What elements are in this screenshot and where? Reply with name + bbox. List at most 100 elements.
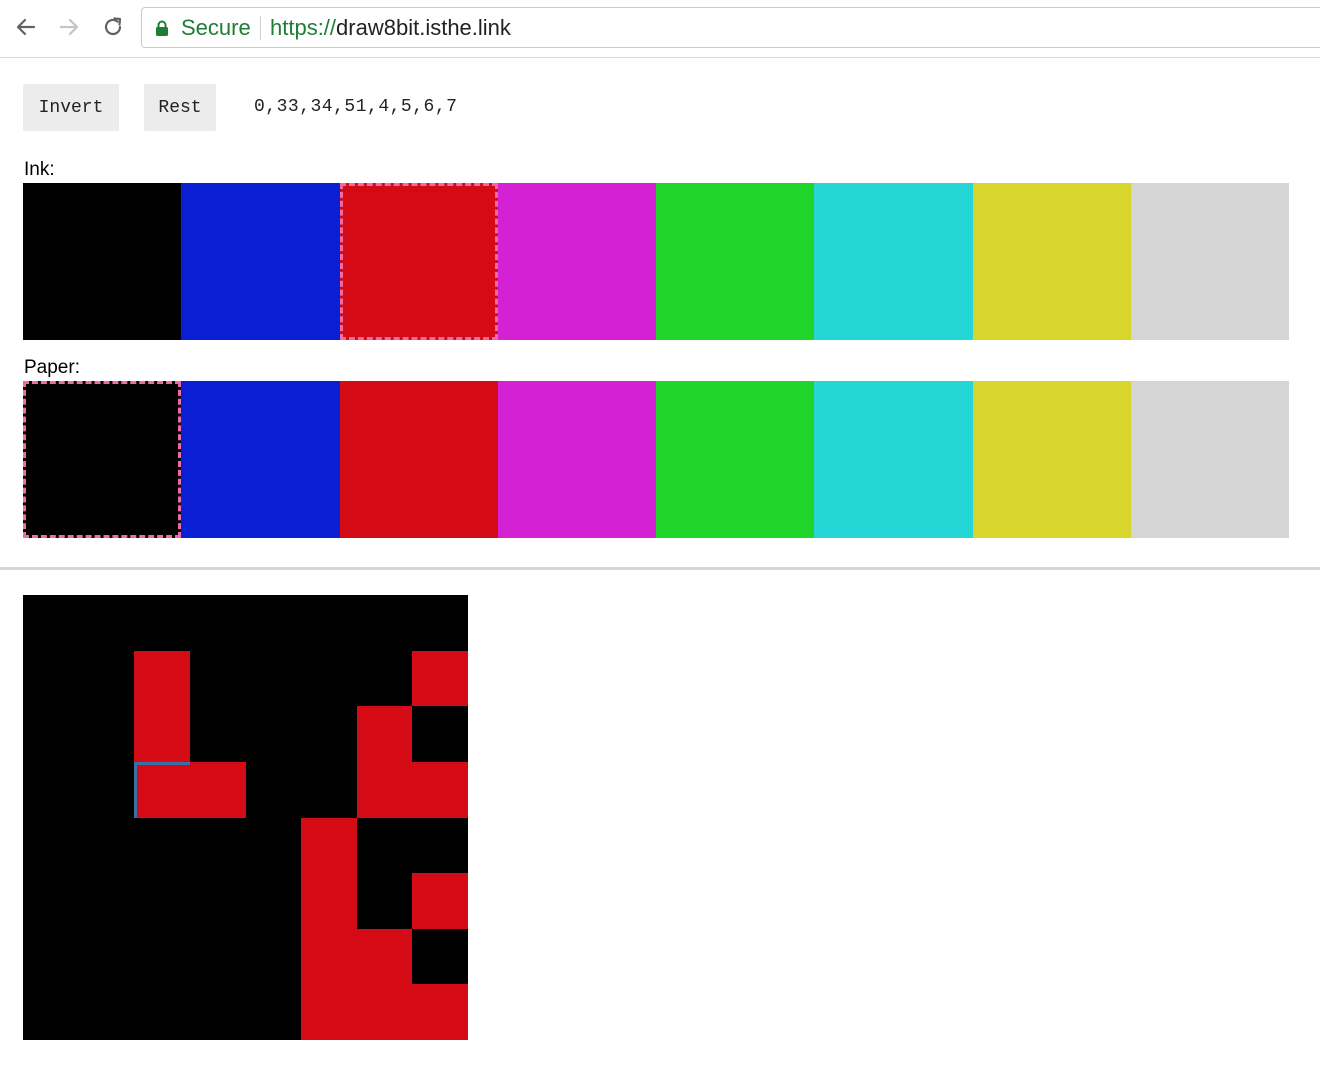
paper-label: Paper:	[24, 357, 80, 378]
ink-swatch-red[interactable]	[339, 183, 498, 340]
ink-swatch-cyan[interactable]	[814, 183, 973, 340]
canvas-cell[interactable]	[23, 928, 79, 985]
canvas-cell[interactable]	[301, 761, 357, 818]
forward-arrow-icon	[59, 18, 79, 36]
paper-swatch-blue[interactable]	[181, 381, 340, 538]
canvas-cell[interactable]	[412, 595, 468, 651]
drawing-canvas[interactable]	[23, 595, 468, 1040]
canvas-cell[interactable]	[356, 706, 413, 762]
url-text: https://draw8bit.isthe.link	[270, 16, 511, 40]
canvas-cell[interactable]	[245, 650, 302, 707]
ink-swatch-black[interactable]	[23, 183, 182, 340]
canvas-cell[interactable]	[245, 761, 302, 818]
canvas-cell[interactable]	[23, 761, 79, 818]
canvas-cell[interactable]	[134, 650, 190, 707]
ink-swatch-green[interactable]	[656, 183, 815, 340]
canvas-cell[interactable]	[412, 650, 468, 707]
canvas-cell[interactable]	[356, 873, 413, 929]
canvas-cell[interactable]	[356, 984, 413, 1040]
paper-swatch-magenta[interactable]	[497, 381, 656, 538]
canvas-cell[interactable]	[412, 873, 468, 929]
canvas-cell[interactable]	[356, 761, 413, 818]
paper-swatch-black[interactable]	[23, 381, 182, 538]
canvas-cell[interactable]	[301, 873, 357, 929]
canvas-cell[interactable]	[189, 928, 246, 985]
paper-swatch-cyan[interactable]	[814, 381, 973, 538]
canvas-cell[interactable]	[301, 595, 357, 651]
ink-label: Ink:	[24, 159, 55, 180]
paper-palette	[23, 381, 1289, 538]
lock-icon	[156, 20, 168, 36]
rest-button[interactable]: Rest	[144, 84, 216, 131]
canvas-cell[interactable]	[78, 650, 135, 707]
canvas-cell[interactable]	[356, 928, 413, 985]
canvas-cell[interactable]	[78, 873, 135, 929]
canvas-cell[interactable]	[189, 984, 246, 1040]
canvas-cell[interactable]	[134, 595, 190, 651]
canvas-cell[interactable]	[245, 928, 302, 985]
canvas-cell[interactable]	[301, 928, 357, 985]
canvas-cell[interactable]	[356, 650, 413, 707]
ink-swatch-yellow[interactable]	[972, 183, 1131, 340]
canvas-cell[interactable]	[301, 650, 357, 707]
canvas-cell[interactable]	[23, 706, 79, 762]
canvas-cell[interactable]	[245, 873, 302, 929]
paper-swatch-yellow[interactable]	[972, 381, 1131, 538]
canvas-cell[interactable]	[78, 761, 135, 818]
paper-swatch-green[interactable]	[656, 381, 815, 538]
canvas-cell[interactable]	[189, 595, 246, 651]
ink-swatch-blue[interactable]	[181, 183, 340, 340]
reload-button[interactable]	[97, 11, 129, 43]
canvas-cell[interactable]	[23, 817, 79, 874]
canvas-cell[interactable]	[23, 873, 79, 929]
canvas-cell[interactable]	[301, 984, 357, 1040]
canvas-cell[interactable]	[245, 984, 302, 1040]
canvas-cell[interactable]	[134, 984, 190, 1040]
canvas-cell[interactable]	[134, 761, 190, 818]
canvas-cell[interactable]	[78, 928, 135, 985]
back-arrow-icon	[16, 18, 36, 36]
canvas-cell[interactable]	[134, 928, 190, 985]
invert-button[interactable]: Invert	[23, 84, 119, 131]
canvas-cell[interactable]	[412, 761, 468, 818]
browser-toolbar: Secure https://draw8bit.isthe.link	[0, 0, 1320, 58]
canvas-cell[interactable]	[412, 706, 468, 762]
ink-palette	[23, 183, 1289, 340]
canvas-cell[interactable]	[356, 595, 413, 651]
canvas-cell[interactable]	[23, 650, 79, 707]
canvas-cell[interactable]	[301, 817, 357, 874]
canvas-cell[interactable]	[23, 984, 79, 1040]
canvas-cell[interactable]	[189, 873, 246, 929]
canvas-cell[interactable]	[189, 650, 246, 707]
forward-button[interactable]	[53, 11, 85, 43]
canvas-cell[interactable]	[78, 595, 135, 651]
canvas-cell[interactable]	[134, 706, 190, 762]
canvas-cell[interactable]	[189, 761, 246, 818]
divider	[0, 567, 1320, 570]
canvas-cell[interactable]	[412, 817, 468, 874]
canvas-cell[interactable]	[245, 817, 302, 874]
back-button[interactable]	[10, 11, 42, 43]
canvas-cell[interactable]	[245, 595, 302, 651]
canvas-cell[interactable]	[78, 817, 135, 874]
url-scheme: https://	[270, 15, 337, 40]
canvas-cell[interactable]	[189, 706, 246, 762]
address-bar[interactable]: Secure https://draw8bit.isthe.link	[141, 7, 1320, 48]
canvas-cell[interactable]	[301, 706, 357, 762]
reload-icon	[104, 17, 122, 36]
canvas-cell[interactable]	[134, 873, 190, 929]
canvas-cell[interactable]	[412, 928, 468, 985]
canvas-cell[interactable]	[134, 817, 190, 874]
ink-swatch-magenta[interactable]	[497, 183, 656, 340]
paper-swatch-red[interactable]	[339, 381, 498, 538]
canvas-cell[interactable]	[189, 817, 246, 874]
canvas-cell[interactable]	[356, 817, 413, 874]
canvas-cell[interactable]	[78, 706, 135, 762]
canvas-cell[interactable]	[245, 706, 302, 762]
address-separator	[260, 16, 261, 40]
paper-swatch-white[interactable]	[1130, 381, 1289, 538]
canvas-cell[interactable]	[23, 595, 79, 651]
canvas-cell[interactable]	[78, 984, 135, 1040]
canvas-cell[interactable]	[412, 984, 468, 1040]
ink-swatch-white[interactable]	[1130, 183, 1289, 340]
